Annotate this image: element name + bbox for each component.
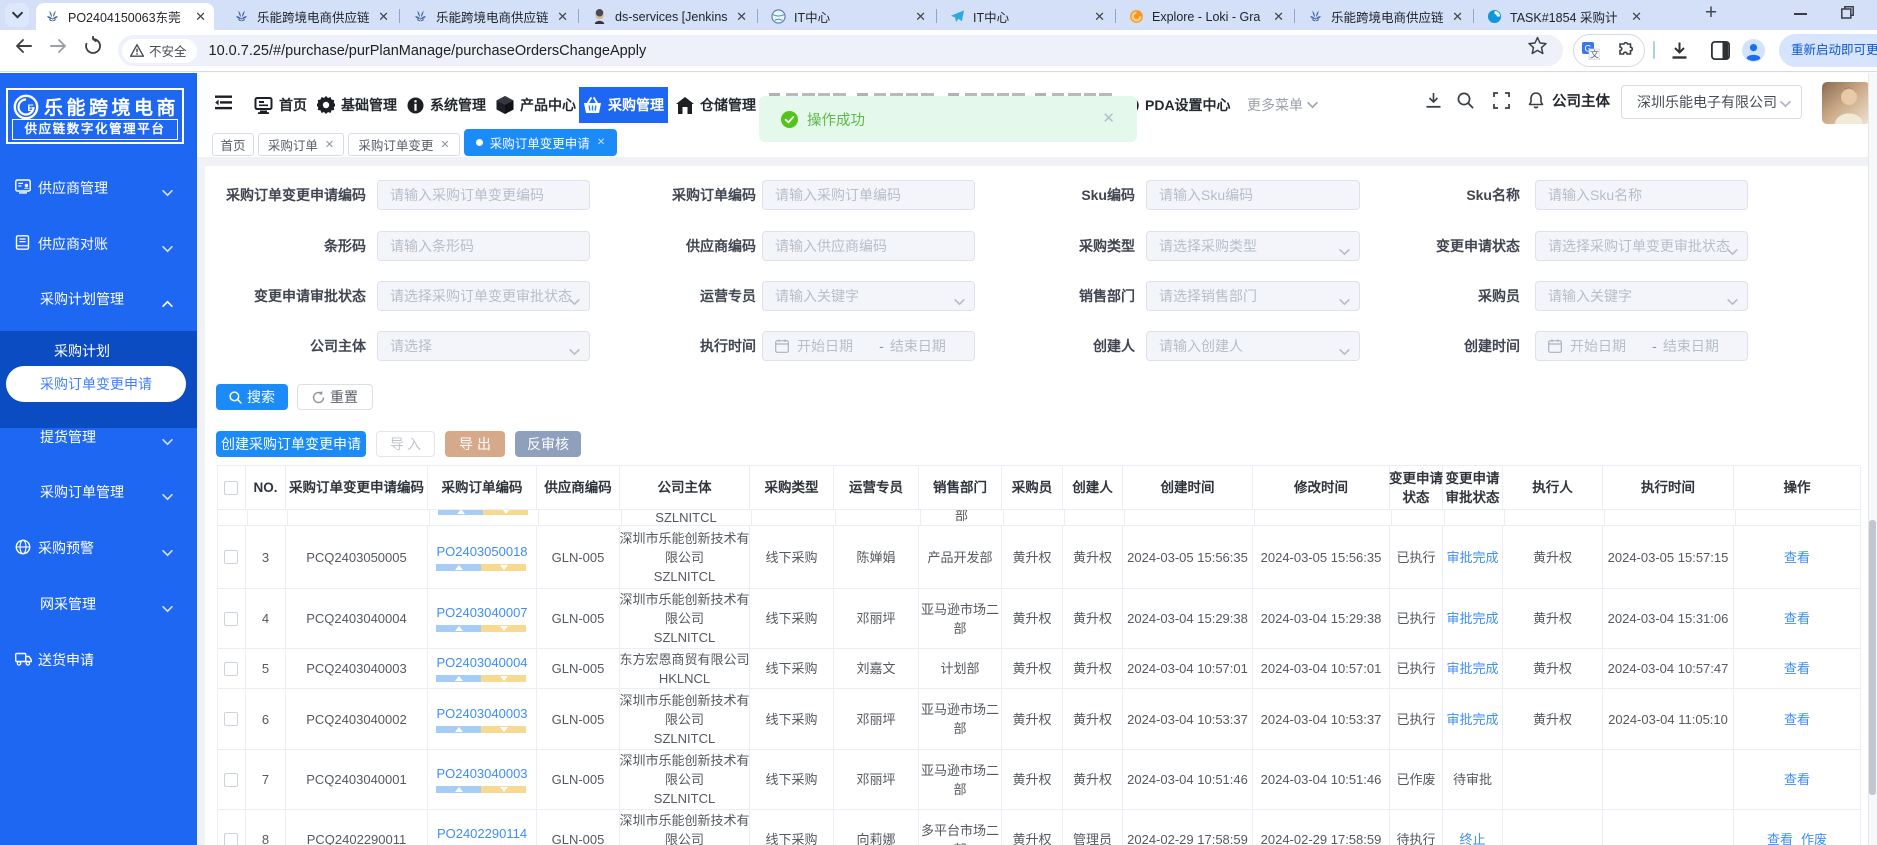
svg-text:文: 文 [1590,49,1599,60]
svg-text:E: E [28,103,34,114]
